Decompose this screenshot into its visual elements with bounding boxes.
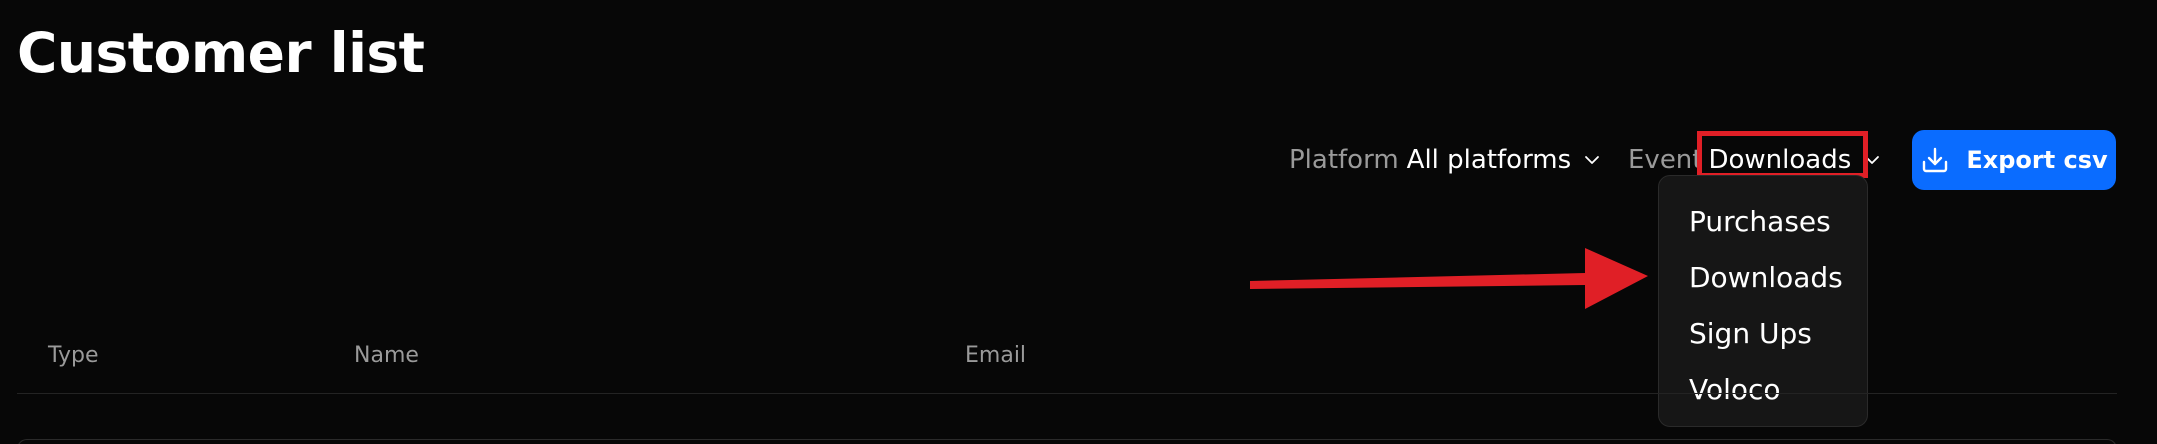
customer-list-page: Customer list Platform All platforms Eve… [0,0,2157,444]
column-header-type[interactable]: Type [48,340,99,372]
platform-filter[interactable]: Platform All platforms [1289,142,1601,178]
table-header: Type Name Email [0,340,2117,392]
chevron-down-icon [1865,156,1880,164]
download-icon [1923,147,1948,173]
export-csv-label: Export csv [1966,146,2108,174]
table-header-divider [17,393,2117,394]
column-header-email[interactable]: Email [965,340,1026,372]
platform-filter-value: All platforms [1406,145,1572,175]
annotation-arrow-icon [1250,248,1648,309]
table-row [17,439,2117,444]
dropdown-option-purchases[interactable]: Purchases [1659,194,1867,250]
platform-filter-label: Platform [1289,145,1399,175]
chevron-down-icon [1585,156,1600,164]
page-title: Customer list [17,21,425,85]
export-csv-button[interactable]: Export csv [1912,130,2116,190]
event-filter-label: Event [1628,145,1703,175]
column-header-name[interactable]: Name [354,340,419,372]
dropdown-option-downloads[interactable]: Downloads [1659,250,1867,306]
event-filter[interactable]: Event Downloads [1628,142,1881,178]
event-filter-value: Downloads [1708,145,1852,175]
